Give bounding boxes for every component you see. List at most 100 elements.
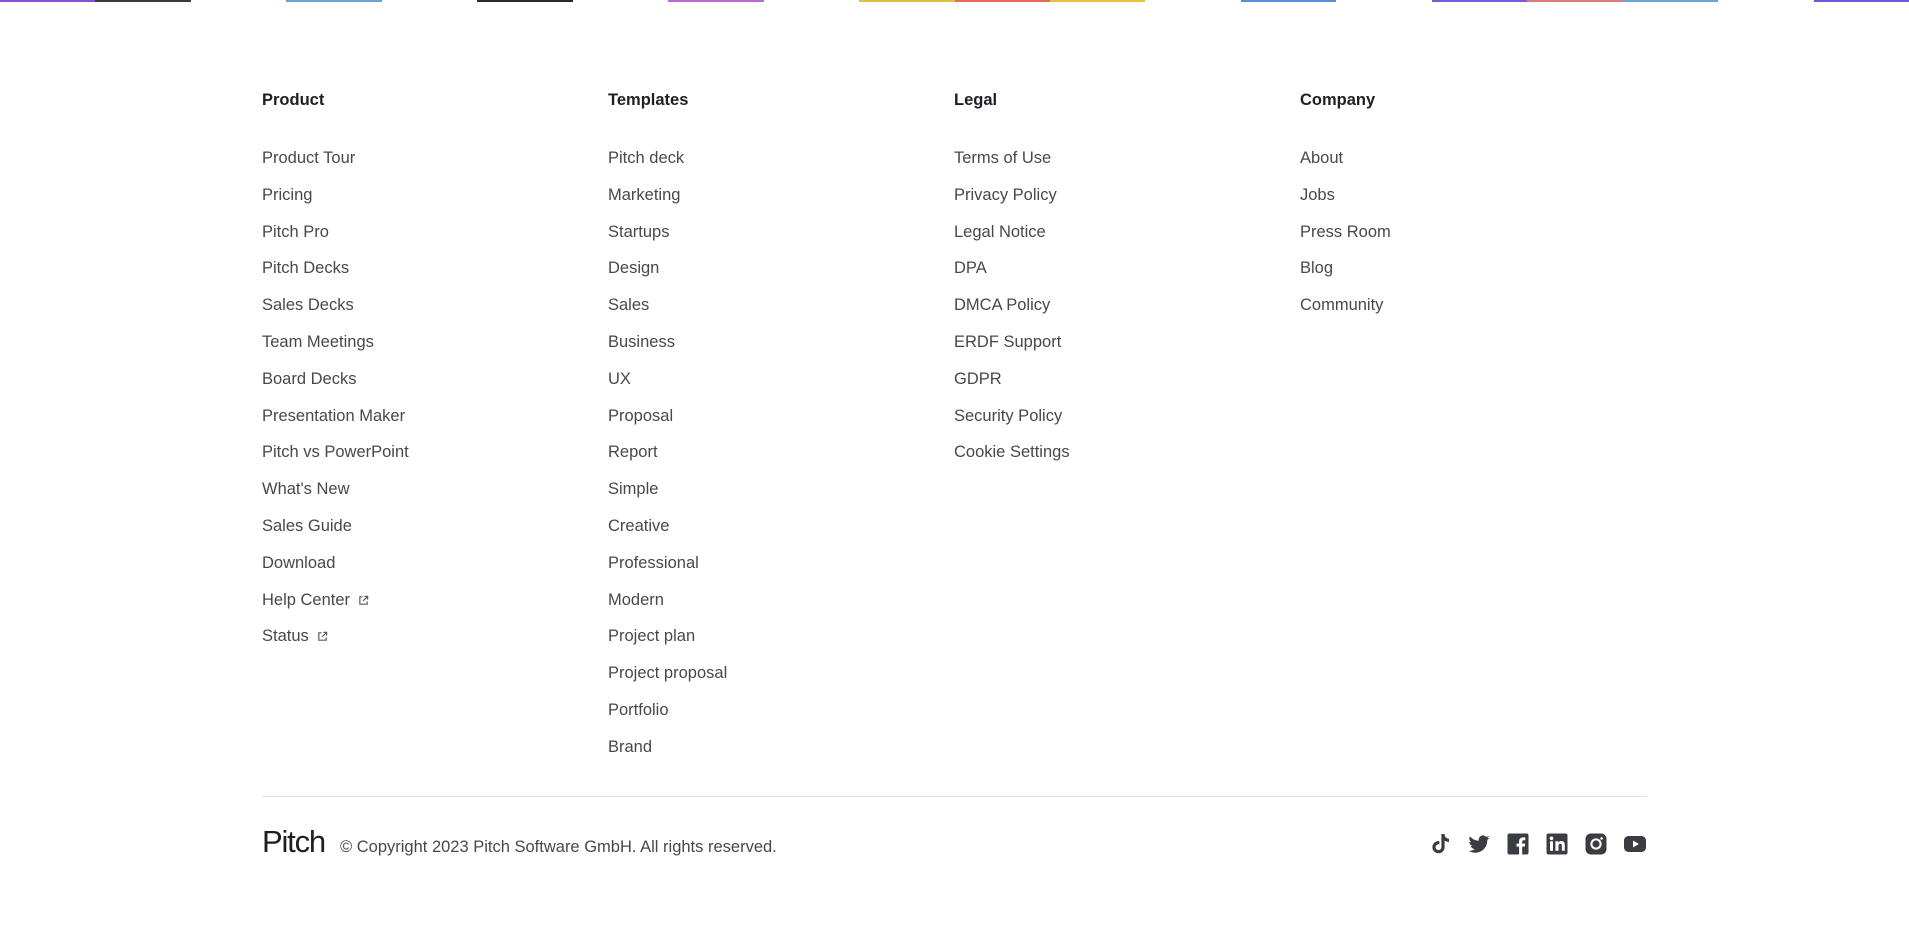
footer-link-pitch-vs-powerpoint[interactable]: Pitch vs PowerPoint bbox=[262, 443, 409, 461]
footer-link-startups[interactable]: Startups bbox=[608, 223, 669, 241]
list-item: DPA bbox=[954, 257, 1300, 294]
footer-column-templates: Templates Pitch deck Marketing Startups Desi… bbox=[608, 89, 954, 773]
twitter-icon bbox=[1467, 832, 1491, 856]
footer-link-creative[interactable]: Creative bbox=[608, 517, 669, 535]
footer-link-pitch-decks[interactable]: Pitch Decks bbox=[262, 259, 349, 277]
facebook-link[interactable] bbox=[1506, 832, 1530, 856]
top-strip-segment bbox=[0, 0, 96, 2]
footer-link-download[interactable]: Download bbox=[262, 554, 335, 572]
top-strip-segment bbox=[1718, 0, 1814, 2]
footer-link-report[interactable]: Report bbox=[608, 443, 658, 461]
external-link-icon bbox=[317, 626, 328, 642]
list-item: Design bbox=[608, 257, 954, 294]
footer-column-product: Product Product Tour Pricing Pitch Pro Pitch… bbox=[262, 89, 608, 773]
footer-link-brand[interactable]: Brand bbox=[608, 738, 652, 756]
footer-link-security-policy[interactable]: Security Policy bbox=[954, 407, 1062, 425]
list-item: UX bbox=[608, 368, 954, 405]
list-item: Brand bbox=[608, 736, 954, 773]
top-strip-segment bbox=[1813, 0, 1909, 2]
footer-link-terms-of-use[interactable]: Terms of Use bbox=[954, 149, 1051, 167]
list-item: Terms of Use bbox=[954, 147, 1300, 184]
footer-link-business[interactable]: Business bbox=[608, 333, 675, 351]
list-item: Download bbox=[262, 552, 608, 589]
footer-link-pricing[interactable]: Pricing bbox=[262, 186, 312, 204]
footer-link-privacy-policy[interactable]: Privacy Policy bbox=[954, 186, 1057, 204]
footer-link-board-decks[interactable]: Board Decks bbox=[262, 370, 356, 388]
footer-link-sales-guide[interactable]: Sales Guide bbox=[262, 517, 352, 535]
youtube-link[interactable] bbox=[1623, 832, 1647, 856]
footer-link-about[interactable]: About bbox=[1300, 149, 1343, 167]
footer-link-portfolio[interactable]: Portfolio bbox=[608, 701, 669, 719]
pitch-logo[interactable]: Pitch bbox=[262, 826, 326, 858]
list-item: Team Meetings bbox=[262, 331, 608, 368]
footer-link-community[interactable]: Community bbox=[1300, 296, 1383, 314]
footer-link-project-plan[interactable]: Project plan bbox=[608, 627, 695, 645]
footer-link-modern[interactable]: Modern bbox=[608, 591, 664, 609]
footer-link-press-room[interactable]: Press Room bbox=[1300, 223, 1391, 241]
link-list: Product Tour Pricing Pitch Pro Pitch Decks S… bbox=[262, 147, 608, 662]
footer-link-proposal[interactable]: Proposal bbox=[608, 407, 673, 425]
list-item: GDPR bbox=[954, 368, 1300, 405]
footer-link-cookie-settings[interactable]: Cookie Settings bbox=[954, 443, 1070, 461]
list-item: Professional bbox=[608, 552, 954, 589]
list-item: Pitch deck bbox=[608, 147, 954, 184]
footer-link-blog[interactable]: Blog bbox=[1300, 259, 1333, 277]
footer-link-project-proposal[interactable]: Project proposal bbox=[608, 664, 727, 682]
list-item: Status bbox=[262, 625, 608, 662]
list-item: Pitch Pro bbox=[262, 221, 608, 258]
footer-link-sales-decks[interactable]: Sales Decks bbox=[262, 296, 354, 314]
column-heading: Company bbox=[1300, 91, 1376, 109]
list-item: Security Policy bbox=[954, 405, 1300, 442]
instagram-icon bbox=[1584, 832, 1608, 856]
footer-link-dpa[interactable]: DPA bbox=[954, 259, 987, 277]
list-item: Board Decks bbox=[262, 368, 608, 405]
copyright-text: © Copyright 2023 Pitch Software GmbH. Al… bbox=[340, 838, 777, 856]
instagram-link[interactable] bbox=[1584, 832, 1608, 856]
footer-link-status[interactable]: Status bbox=[262, 627, 309, 645]
footer-link-legal-notice[interactable]: Legal Notice bbox=[954, 223, 1046, 241]
footer-link-professional[interactable]: Professional bbox=[608, 554, 699, 572]
column-heading: Templates bbox=[608, 91, 689, 109]
footer-link-pitch-pro[interactable]: Pitch Pro bbox=[262, 223, 329, 241]
twitter-link[interactable] bbox=[1467, 832, 1491, 856]
list-item: Project proposal bbox=[608, 662, 954, 699]
footer-column-company: Company About Jobs Press Room Blog Community bbox=[1300, 89, 1646, 773]
link-list: Terms of Use Privacy Policy Legal Notice DP… bbox=[954, 147, 1300, 478]
linkedin-icon bbox=[1545, 832, 1569, 856]
footer-link-design[interactable]: Design bbox=[608, 259, 659, 277]
footer-link-team-meetings[interactable]: Team Meetings bbox=[262, 333, 374, 351]
list-item: Simple bbox=[608, 478, 954, 515]
list-item: Privacy Policy bbox=[954, 184, 1300, 221]
footer-bottom-bar: Pitch © Copyright 2023 Pitch Software Gm… bbox=[262, 824, 1647, 868]
list-item: Community bbox=[1300, 294, 1646, 331]
footer-link-ux[interactable]: UX bbox=[608, 370, 631, 388]
link-list: About Jobs Press Room Blog Community bbox=[1300, 147, 1646, 331]
footer-link-simple[interactable]: Simple bbox=[608, 480, 658, 498]
list-item: Sales Guide bbox=[262, 515, 608, 552]
footer-column-legal: Legal Terms of Use Privacy Policy Legal Not… bbox=[954, 89, 1300, 773]
footer-link-dmca-policy[interactable]: DMCA Policy bbox=[954, 296, 1050, 314]
footer-link-product-tour[interactable]: Product Tour bbox=[262, 149, 355, 167]
footer-link-help-center[interactable]: Help Center bbox=[262, 591, 350, 609]
footer-link-erdf-support[interactable]: ERDF Support bbox=[954, 333, 1061, 351]
list-item: Marketing bbox=[608, 184, 954, 221]
footer-link-pitch-deck[interactable]: Pitch deck bbox=[608, 149, 684, 167]
footer-link-sales[interactable]: Sales bbox=[608, 296, 649, 314]
list-item: Jobs bbox=[1300, 184, 1646, 221]
tiktok-link[interactable] bbox=[1428, 832, 1452, 856]
list-item: Modern bbox=[608, 589, 954, 626]
list-item: Pitch Decks bbox=[262, 257, 608, 294]
linkedin-link[interactable] bbox=[1545, 832, 1569, 856]
external-link-icon bbox=[358, 590, 369, 605]
footer-link-jobs[interactable]: Jobs bbox=[1300, 186, 1335, 204]
list-item: Portfolio bbox=[608, 699, 954, 736]
footer-link-marketing[interactable]: Marketing bbox=[608, 186, 680, 204]
list-item: Legal Notice bbox=[954, 221, 1300, 258]
list-item: Startups bbox=[608, 221, 954, 258]
social-links bbox=[1428, 832, 1647, 856]
footer-link-what-s-new[interactable]: What's New bbox=[262, 480, 350, 498]
footer-link-gdpr[interactable]: GDPR bbox=[954, 370, 1002, 388]
list-item: Sales Decks bbox=[262, 294, 608, 331]
link-list: Pitch deck Marketing Startups Design Sales Bu… bbox=[608, 147, 954, 773]
footer-link-presentation-maker[interactable]: Presentation Maker bbox=[262, 407, 405, 425]
